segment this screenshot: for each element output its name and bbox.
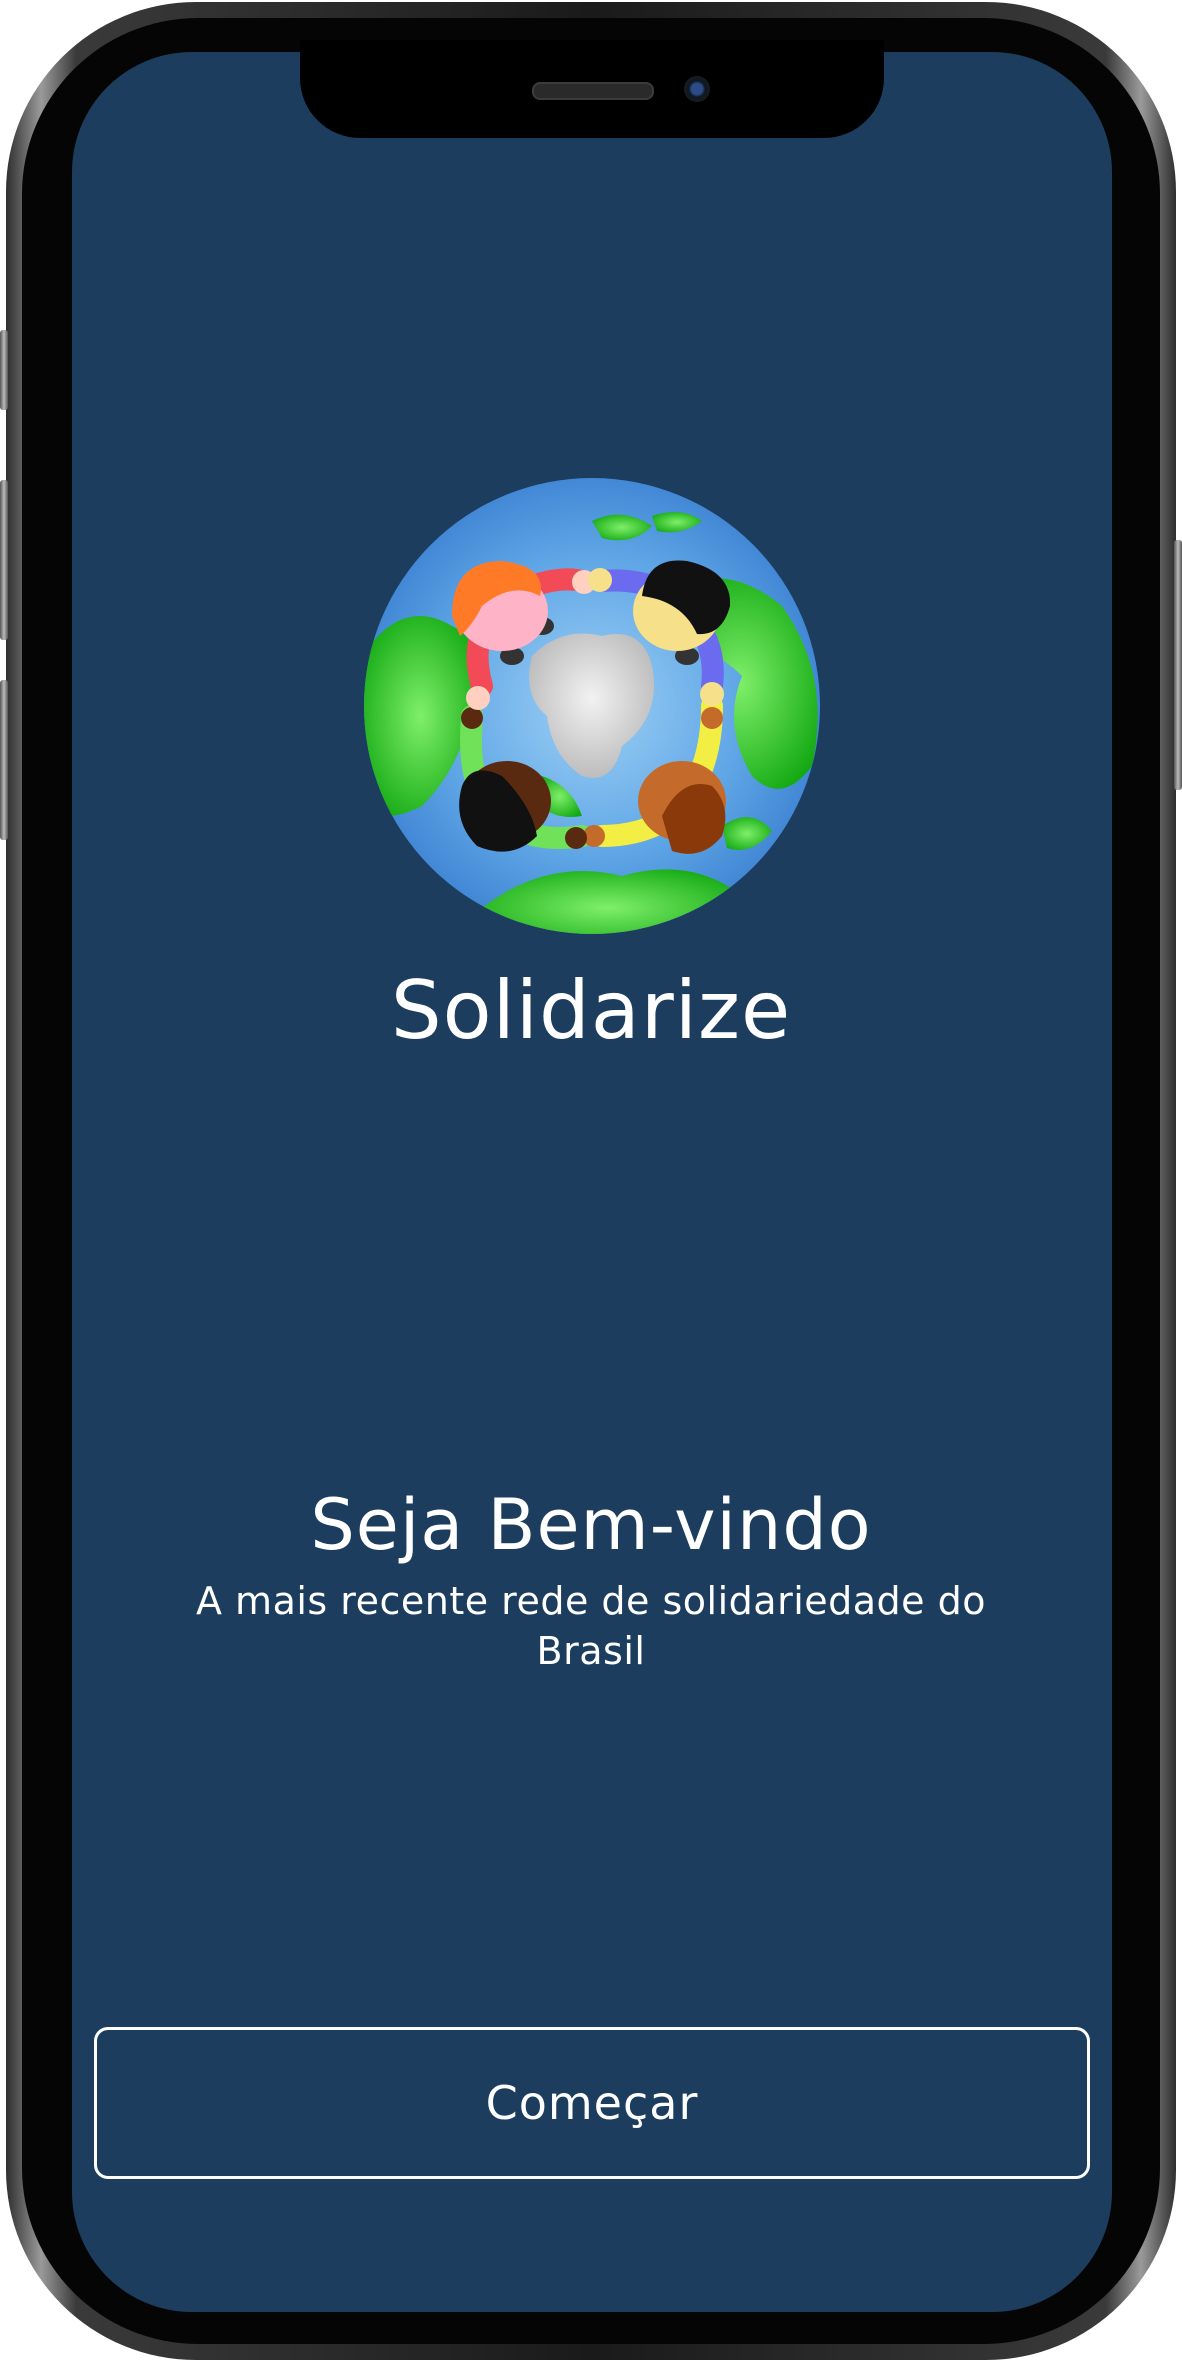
welcome-subtitle: A mais recente rede de solidariedade do … xyxy=(195,1579,986,1673)
speaker-grille xyxy=(532,82,654,100)
phone-device: Solidarize Seja Bem-vindo A mais recente… xyxy=(0,0,1182,2364)
volume-up-button xyxy=(0,480,8,640)
globe-people-holding-hands-icon xyxy=(364,478,820,934)
welcome-title: Seja Bem-vindo xyxy=(310,1484,872,1566)
power-button xyxy=(1174,540,1182,790)
app-title: Solidarize xyxy=(390,964,792,1057)
start-button[interactable]: Começar xyxy=(94,2027,1090,2179)
front-camera xyxy=(684,76,710,102)
volume-down-button xyxy=(0,680,8,840)
mute-switch xyxy=(0,330,8,410)
app-screen xyxy=(72,52,1112,2312)
